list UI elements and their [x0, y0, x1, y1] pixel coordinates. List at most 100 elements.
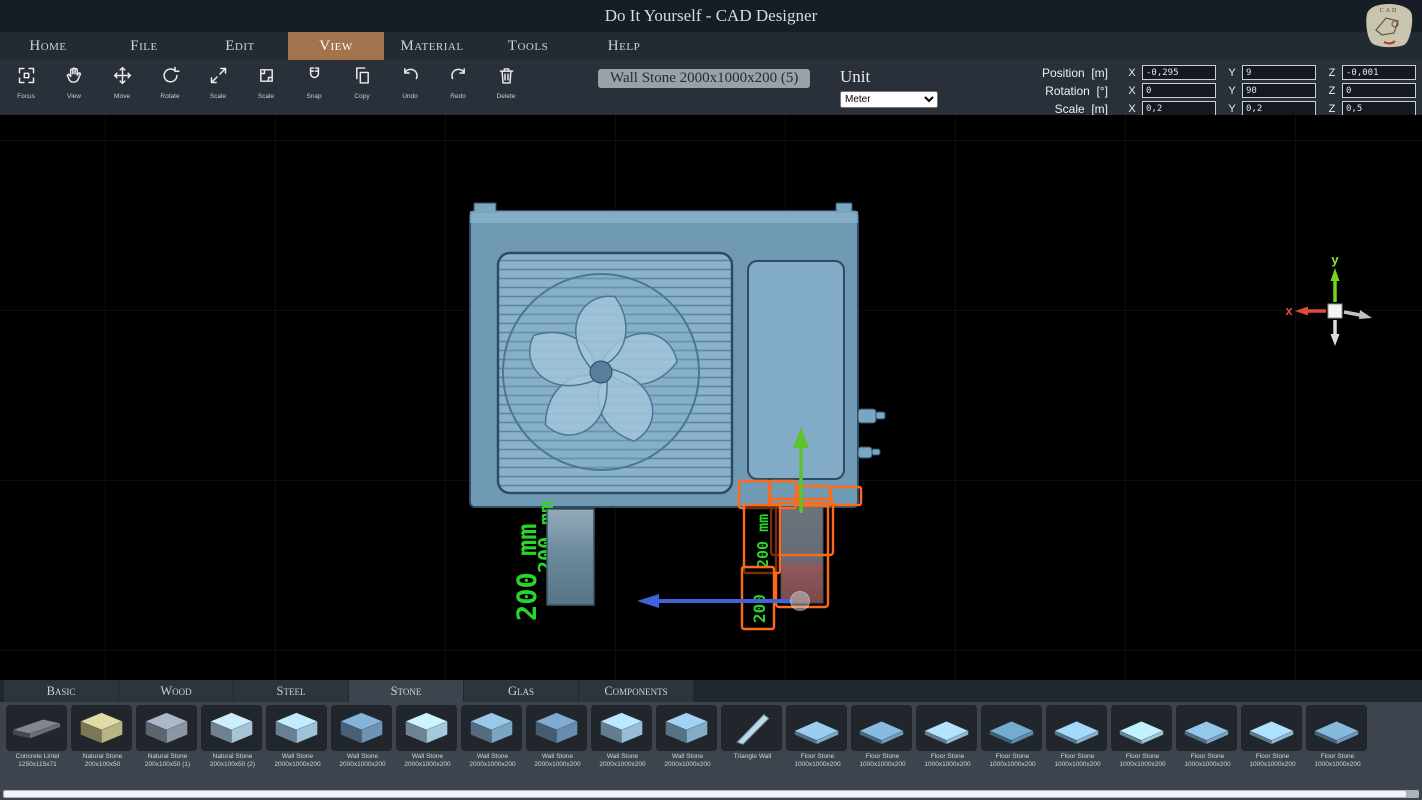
catalog-item[interactable]: Wall Stone2000x1000x200: [396, 705, 459, 785]
tab-basic[interactable]: Basic: [4, 680, 118, 702]
catalog-item[interactable]: Floor Stone1000x1000x200: [1046, 705, 1109, 785]
logo-text: CAD: [1380, 8, 1399, 14]
menu-item-material[interactable]: Material: [384, 32, 480, 60]
catalog-item[interactable]: Floor Stone1000x1000x200: [1241, 705, 1304, 785]
copy-button[interactable]: Copy: [338, 60, 386, 100]
item-thumbnail: [1111, 705, 1172, 751]
titlebar: Do It Yourself - CAD Designer: [0, 0, 1422, 32]
catalog-item[interactable]: Wall Stone2000x1000x200: [591, 705, 654, 785]
item-thumbnail: [916, 705, 977, 751]
position-label: Position [m]: [1028, 66, 1108, 80]
item-thumbnail: [396, 705, 457, 751]
item-thumbnail: [981, 705, 1042, 751]
snap-button[interactable]: Snap: [290, 60, 338, 100]
catalog-item[interactable]: Floor Stone1000x1000x200: [1176, 705, 1239, 785]
catalog-item[interactable]: Floor Stone1000x1000x200: [786, 705, 849, 785]
orientation-gizmo[interactable]: y x: [1285, 252, 1372, 346]
menubar: HomeFileEditViewMaterialToolsHelp: [0, 32, 1422, 60]
rotation-y-input[interactable]: [1242, 83, 1316, 98]
axis-y-label: Y: [1226, 67, 1238, 79]
axis-x-label: X: [1126, 85, 1138, 97]
catalog-item[interactable]: Floor Stone1000x1000x200: [1306, 705, 1369, 785]
item-thumbnail: [136, 705, 197, 751]
item-thumbnail: [526, 705, 587, 751]
item-thumbnail: [591, 705, 652, 751]
tab-glas[interactable]: Glas: [464, 680, 578, 702]
transform-panel: Position [m] X Y Z Rotation [°] X Y Z Sc…: [1028, 65, 1416, 119]
app-window: Do It Yourself - CAD Designer CAD HomeFi…: [0, 0, 1422, 800]
snap-icon: [304, 73, 325, 90]
axis-x-gizmo-label: x: [1285, 303, 1293, 318]
position-z-input[interactable]: [1342, 65, 1416, 80]
item-thumbnail: [331, 705, 392, 751]
app-logo: CAD: [1362, 2, 1416, 48]
tab-steel[interactable]: Steel: [234, 680, 348, 702]
menu-item-edit[interactable]: Edit: [192, 32, 288, 60]
item-thumbnail: [71, 705, 132, 751]
catalog-tabs: BasicWoodSteelStoneGlasComponents: [0, 680, 1422, 702]
svg-text:200 mm: 200 mm: [754, 514, 772, 568]
hand-icon: [64, 73, 85, 90]
toolbar: FocusViewMoveRotateScaleScaleSnapCopyUnd…: [0, 60, 1422, 115]
rotate-button[interactable]: Rotate: [146, 60, 194, 100]
axis-y-label: Y: [1226, 103, 1238, 115]
focus-button[interactable]: Focus: [2, 60, 50, 100]
catalog-item[interactable]: Floor Stone1000x1000x200: [851, 705, 914, 785]
menu-item-home[interactable]: Home: [0, 32, 96, 60]
copy-icon: [352, 73, 373, 90]
catalog-item[interactable]: Natural Stone200x100x50 (1): [136, 705, 199, 785]
catalog-item[interactable]: Wall Stone2000x1000x200: [331, 705, 394, 785]
catalog-item[interactable]: Triangle Wall: [721, 705, 784, 785]
delete-button[interactable]: Delete: [482, 60, 530, 100]
unit-select[interactable]: Meter: [840, 91, 938, 108]
catalog-item[interactable]: Wall Stone2000x1000x200: [266, 705, 329, 785]
redo-button[interactable]: Redo: [434, 60, 482, 100]
rotation-z-input[interactable]: [1342, 83, 1416, 98]
catalog-item[interactable]: Floor Stone1000x1000x200: [916, 705, 979, 785]
fan-hub: [590, 361, 612, 383]
undo-icon: [400, 73, 421, 90]
unit-block: Unit Meter: [840, 67, 938, 108]
menu-item-file[interactable]: File: [96, 32, 192, 60]
tab-stone[interactable]: Stone: [349, 680, 463, 702]
item-thumbnail: [1306, 705, 1367, 751]
scale-arrows-icon: [208, 73, 229, 90]
catalog-item[interactable]: Natural Stone200x100x50: [71, 705, 134, 785]
catalog-item[interactable]: Floor Stone1000x1000x200: [981, 705, 1044, 785]
catalog-scrollbar[interactable]: [0, 788, 1422, 800]
item-thumbnail: [1241, 705, 1302, 751]
rotation-label: Rotation [°]: [1028, 84, 1108, 98]
tab-wood[interactable]: Wood: [119, 680, 233, 702]
scale-frame-button[interactable]: Scale: [242, 60, 290, 100]
hand-button[interactable]: View: [50, 60, 98, 100]
catalog-item[interactable]: Floor Stone1000x1000x200: [1111, 705, 1174, 785]
catalog-item[interactable]: Concrete Lintel1250x115x71: [6, 705, 69, 785]
catalog-item[interactable]: Wall Stone2000x1000x200: [461, 705, 524, 785]
axis-z-label: Z: [1326, 67, 1338, 79]
viewport-canvas[interactable]: 200 mm 200 mm: [0, 115, 1422, 680]
scrollbar-track[interactable]: [3, 790, 1419, 798]
item-thumbnail: [851, 705, 912, 751]
position-y-input[interactable]: [1242, 65, 1316, 80]
catalog-item[interactable]: Wall Stone2000x1000x200: [656, 705, 719, 785]
scale-arrows-button[interactable]: Scale: [194, 60, 242, 100]
scale-x-input[interactable]: [1142, 101, 1216, 116]
menu-item-tools[interactable]: Tools: [480, 32, 576, 60]
move-button[interactable]: Move: [98, 60, 146, 100]
tab-components[interactable]: Components: [579, 680, 693, 702]
stone-block-left[interactable]: [547, 509, 594, 605]
move-gizmo-center[interactable]: [791, 592, 810, 611]
item-thumbnail: [1176, 705, 1237, 751]
scrollbar-thumb[interactable]: [4, 791, 1406, 797]
scale-frame-icon: [256, 73, 277, 90]
catalog-item[interactable]: Natural Stone200x100x50 (2): [201, 705, 264, 785]
ac-unit[interactable]: [470, 203, 885, 507]
menu-item-help[interactable]: Help: [576, 32, 672, 60]
catalog-item[interactable]: Wall Stone2000x1000x200: [526, 705, 589, 785]
undo-button[interactable]: Undo: [386, 60, 434, 100]
position-x-input[interactable]: [1142, 65, 1216, 80]
menu-item-view[interactable]: View: [288, 32, 384, 60]
scale-y-input[interactable]: [1242, 101, 1316, 116]
scale-z-input[interactable]: [1342, 101, 1416, 116]
rotation-x-input[interactable]: [1142, 83, 1216, 98]
